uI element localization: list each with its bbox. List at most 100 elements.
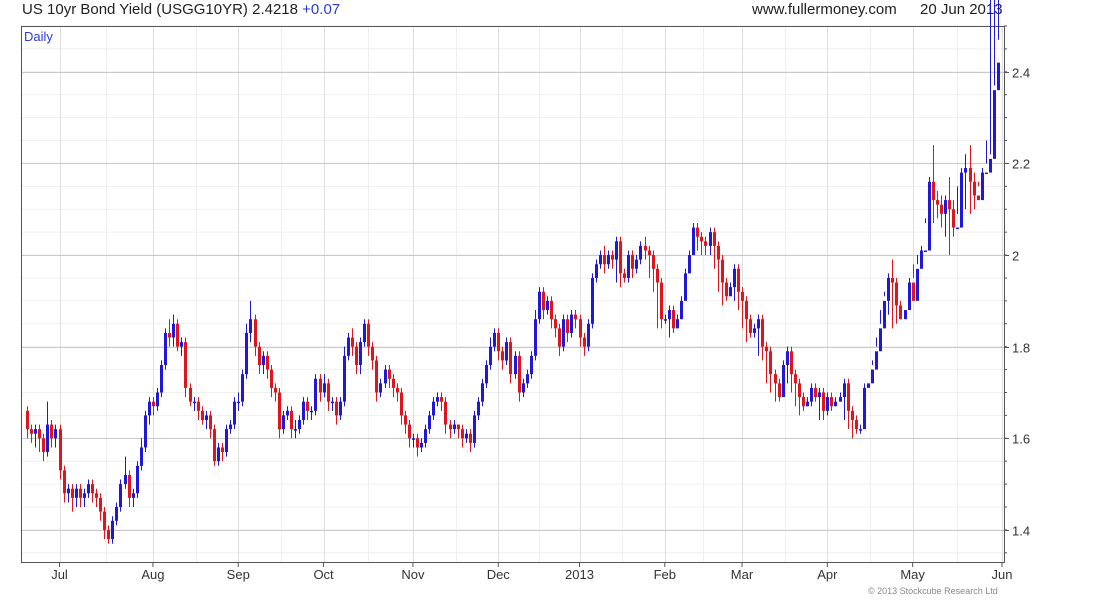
candle-body xyxy=(684,273,687,301)
y-tick-label: 1.8 xyxy=(1012,341,1030,356)
candle-body xyxy=(400,392,403,416)
candle-body xyxy=(148,401,151,416)
candle-body xyxy=(973,181,976,196)
x-tick-label: Jul xyxy=(51,567,68,582)
x-tick-label: Mar xyxy=(731,567,754,582)
candle-body xyxy=(530,355,533,375)
candle-body xyxy=(229,424,232,430)
candle-body xyxy=(319,378,322,393)
candle-body xyxy=(936,200,939,205)
candle-body xyxy=(554,319,557,329)
candle-body xyxy=(95,493,98,498)
x-tick-label: Sep xyxy=(227,567,250,582)
candle-body xyxy=(839,397,842,402)
candle-body xyxy=(802,397,805,407)
candle-body xyxy=(205,415,208,420)
candle-body xyxy=(688,255,691,274)
candle-body xyxy=(904,310,907,320)
candle-body xyxy=(879,328,882,352)
candle-body xyxy=(778,383,781,398)
candle-body xyxy=(989,158,992,173)
candle-body xyxy=(481,383,484,402)
candle-body xyxy=(782,365,785,398)
candle-body xyxy=(745,300,748,320)
candle-body xyxy=(676,319,679,329)
candle-body xyxy=(176,323,179,347)
candle-body xyxy=(258,346,261,366)
candle-body xyxy=(144,415,147,448)
candle-body xyxy=(26,410,29,430)
candle-body xyxy=(249,319,252,333)
candle-body xyxy=(509,342,512,375)
candle-body xyxy=(757,319,760,329)
candle-body xyxy=(241,374,244,402)
candle-body xyxy=(359,342,362,366)
candle-body xyxy=(993,90,996,159)
candle-body xyxy=(193,401,196,404)
candle-body xyxy=(449,424,452,430)
candle-body xyxy=(514,355,517,375)
candle-body xyxy=(209,415,212,430)
candle-body xyxy=(103,511,106,530)
candle-body xyxy=(932,181,935,201)
candle-body xyxy=(908,282,911,311)
candle-body xyxy=(152,401,155,407)
candle-body xyxy=(648,250,651,256)
candle-body xyxy=(830,397,833,407)
candle-body xyxy=(843,383,846,398)
candle-body xyxy=(489,346,492,366)
candle-body xyxy=(327,383,330,402)
candle-body xyxy=(769,351,772,375)
y-tick-label: 1.6 xyxy=(1012,432,1030,447)
candle-body xyxy=(371,346,374,361)
candle-body xyxy=(952,209,955,228)
candle-body xyxy=(692,227,695,256)
candle-body xyxy=(67,488,70,494)
candle-body xyxy=(997,62,1000,91)
candle-body xyxy=(631,255,634,269)
candle-body xyxy=(314,378,317,411)
candle-body xyxy=(388,369,391,379)
candle-body xyxy=(851,410,854,420)
candle-body xyxy=(546,300,549,311)
x-tick-label: May xyxy=(900,567,925,582)
candle-body xyxy=(416,438,419,448)
candle-body xyxy=(644,245,647,251)
candle-body xyxy=(534,319,537,356)
candle-body xyxy=(721,259,724,283)
candle-body xyxy=(71,488,74,498)
candle-body xyxy=(262,355,265,366)
candle-body xyxy=(375,360,378,393)
candle-body xyxy=(46,424,49,453)
candle-body xyxy=(871,369,874,384)
candle-body xyxy=(42,438,45,453)
candle-body xyxy=(396,387,399,393)
candle-body xyxy=(392,378,395,388)
candle-body xyxy=(156,392,159,407)
candle-body xyxy=(635,259,638,269)
candle-body xyxy=(895,282,898,306)
candle-body xyxy=(583,337,586,347)
candle-body xyxy=(656,268,659,283)
candle-body xyxy=(408,424,411,439)
x-tick-label: Feb xyxy=(654,567,676,582)
candle-body xyxy=(87,484,90,494)
candle-body xyxy=(485,365,488,384)
x-tick-label: Nov xyxy=(401,567,425,582)
candle-body xyxy=(477,401,480,416)
candle-body xyxy=(83,493,86,498)
candle-body xyxy=(875,351,878,370)
plot-area xyxy=(21,26,1004,562)
candle-body xyxy=(140,447,143,466)
candle-body xyxy=(883,300,886,329)
y-tick-label: 2.2 xyxy=(1012,157,1030,172)
y-tick-label: 2.4 xyxy=(1012,66,1030,81)
candle-body xyxy=(822,392,825,411)
candle-body xyxy=(221,447,224,453)
candle-body xyxy=(347,337,350,356)
candle-body xyxy=(526,374,529,384)
x-tick-label: Oct xyxy=(313,567,334,582)
candle-body xyxy=(245,332,248,375)
interval-label: Daily xyxy=(24,29,53,44)
candle-body xyxy=(469,433,472,443)
